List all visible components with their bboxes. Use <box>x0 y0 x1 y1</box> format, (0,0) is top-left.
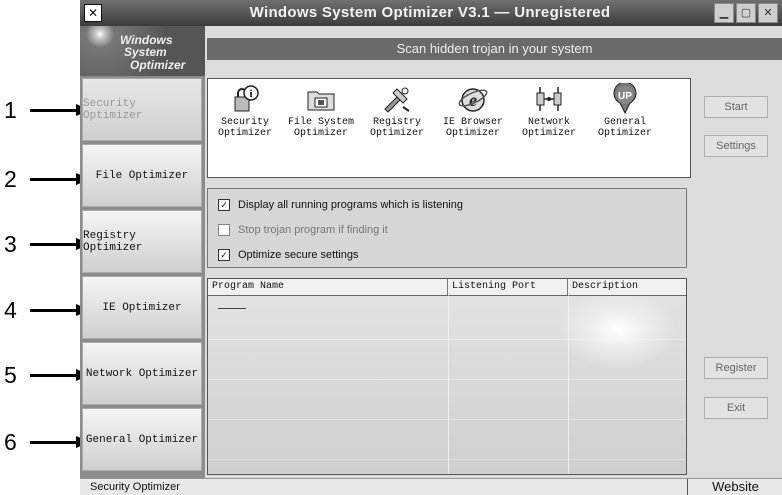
callout-4: 4 <box>0 296 90 323</box>
maximize-icon[interactable]: ▢ <box>736 3 756 23</box>
checkbox-checked[interactable]: ✓ <box>218 199 230 211</box>
status-text: Security Optimizer <box>90 481 180 493</box>
register-button[interactable]: Register <box>704 357 768 379</box>
row-divider <box>208 339 686 340</box>
checkbox-unchecked <box>218 224 230 236</box>
row-divider <box>208 419 686 420</box>
callout-number: 5 <box>4 361 17 388</box>
sidebar: Security Optimizer File Optimizer Regist… <box>80 76 205 478</box>
tool-security-optimizer[interactable]: i Security Optimizer <box>208 83 282 139</box>
svg-text:UP: UP <box>618 91 632 102</box>
security-icon: i <box>229 83 261 115</box>
tool-file-system-optimizer[interactable]: File System Optimizer <box>284 83 358 139</box>
sidebar-item-general-optimizer[interactable]: General Optimizer <box>82 408 202 471</box>
registry-icon <box>381 83 413 115</box>
tool-registry-optimizer[interactable]: Registry Optimizer <box>360 83 434 139</box>
callout-1: 1 <box>0 96 90 123</box>
callout-line <box>30 242 76 246</box>
sidebar-item-file-optimizer[interactable]: File Optimizer <box>82 144 202 207</box>
column-divider <box>448 295 449 474</box>
option-stop-trojan: Stop trojan program if finding it <box>218 224 388 236</box>
tool-ie-browser-optimizer[interactable]: e IE Browser Optimizer <box>436 83 510 139</box>
website-link[interactable]: Website <box>687 479 782 495</box>
callout-line <box>30 373 76 377</box>
tool-general-optimizer[interactable]: UP General Optimizer <box>588 81 662 139</box>
column-divider <box>568 295 569 474</box>
callout-number: 1 <box>4 96 17 123</box>
callout-2: 2 <box>0 165 90 192</box>
callout-line <box>30 308 76 312</box>
start-button[interactable]: Start <box>704 96 768 118</box>
callout-line <box>30 177 76 181</box>
callout-number: 2 <box>4 165 17 192</box>
option-label: Optimize secure settings <box>238 249 359 261</box>
minimize-icon[interactable]: ▁ <box>714 3 734 23</box>
window-title: Windows System Optimizer V3.1 — Unregist… <box>249 4 611 21</box>
folder-icon <box>305 83 337 115</box>
header-banner: Scan hidden trojan in your system <box>207 38 782 60</box>
sidebar-item-ie-optimizer[interactable]: IE Optimizer <box>82 276 202 339</box>
column-program-name[interactable]: Program Name <box>208 279 448 295</box>
tool-icon-panel: i Security Optimizer File System Optimizer… <box>207 78 691 178</box>
option-label: Display all running programs which is li… <box>238 199 463 211</box>
ie-icon: e <box>457 83 489 115</box>
settings-button[interactable]: Settings <box>704 135 768 157</box>
tool-label: Registry Optimizer <box>369 117 424 139</box>
callout-line <box>30 108 76 112</box>
tool-label: General Optimizer <box>597 117 652 139</box>
network-icon <box>533 83 565 115</box>
app-window: ✕ Windows System Optimizer V3.1 — Unregi… <box>80 0 782 495</box>
list-header: Program Name Listening Port Description <box>208 279 686 296</box>
exit-button[interactable]: Exit <box>704 397 768 419</box>
column-description[interactable]: Description <box>568 279 686 295</box>
tool-label: IE Browser Optimizer <box>442 117 503 139</box>
status-bar: Security Optimizer Website <box>80 478 782 495</box>
row-divider <box>208 459 686 460</box>
option-display-listening[interactable]: ✓ Display all running programs which is … <box>218 199 463 211</box>
sidebar-item-network-optimizer[interactable]: Network Optimizer <box>82 342 202 405</box>
svg-text:i: i <box>250 89 253 100</box>
app-logo: Windows System Optimizer <box>80 26 205 76</box>
option-optimize-secure[interactable]: ✓ Optimize secure settings <box>218 249 358 261</box>
options-panel: ✓ Display all running programs which is … <box>207 188 687 268</box>
callout-5: 5 <box>0 361 90 388</box>
program-listview[interactable]: Program Name Listening Port Description <box>207 278 687 475</box>
sidebar-item-security-optimizer[interactable]: Security Optimizer <box>82 78 202 141</box>
tool-label: Network Optimizer <box>521 117 576 139</box>
close-icon[interactable]: ✕ <box>758 3 778 23</box>
tool-network-optimizer[interactable]: Network Optimizer <box>512 83 586 139</box>
row-divider <box>208 379 686 380</box>
callout-6: 6 <box>0 428 90 455</box>
tool-label: File System Optimizer <box>287 117 354 139</box>
sidebar-item-registry-optimizer[interactable]: Registry Optimizer <box>82 210 202 273</box>
callout-line <box>30 440 76 444</box>
window-controls: ▁ ▢ ✕ <box>714 3 778 23</box>
column-listening-port[interactable]: Listening Port <box>448 279 568 295</box>
option-label: Stop trojan program if finding it <box>238 224 388 236</box>
callout-3: 3 <box>0 230 90 257</box>
title-bar[interactable]: ✕ Windows System Optimizer V3.1 — Unregi… <box>80 0 782 26</box>
callout-number: 4 <box>4 296 17 323</box>
callout-number: 6 <box>4 428 17 455</box>
tool-label: Security Optimizer <box>217 117 272 139</box>
background-glow <box>558 289 678 369</box>
logo-line-3: Optimizer <box>130 58 186 72</box>
up-icon: UP <box>609 81 641 115</box>
checkbox-checked[interactable]: ✓ <box>218 249 230 261</box>
callout-number: 3 <box>4 230 17 257</box>
list-empty-row-marker <box>218 308 246 309</box>
